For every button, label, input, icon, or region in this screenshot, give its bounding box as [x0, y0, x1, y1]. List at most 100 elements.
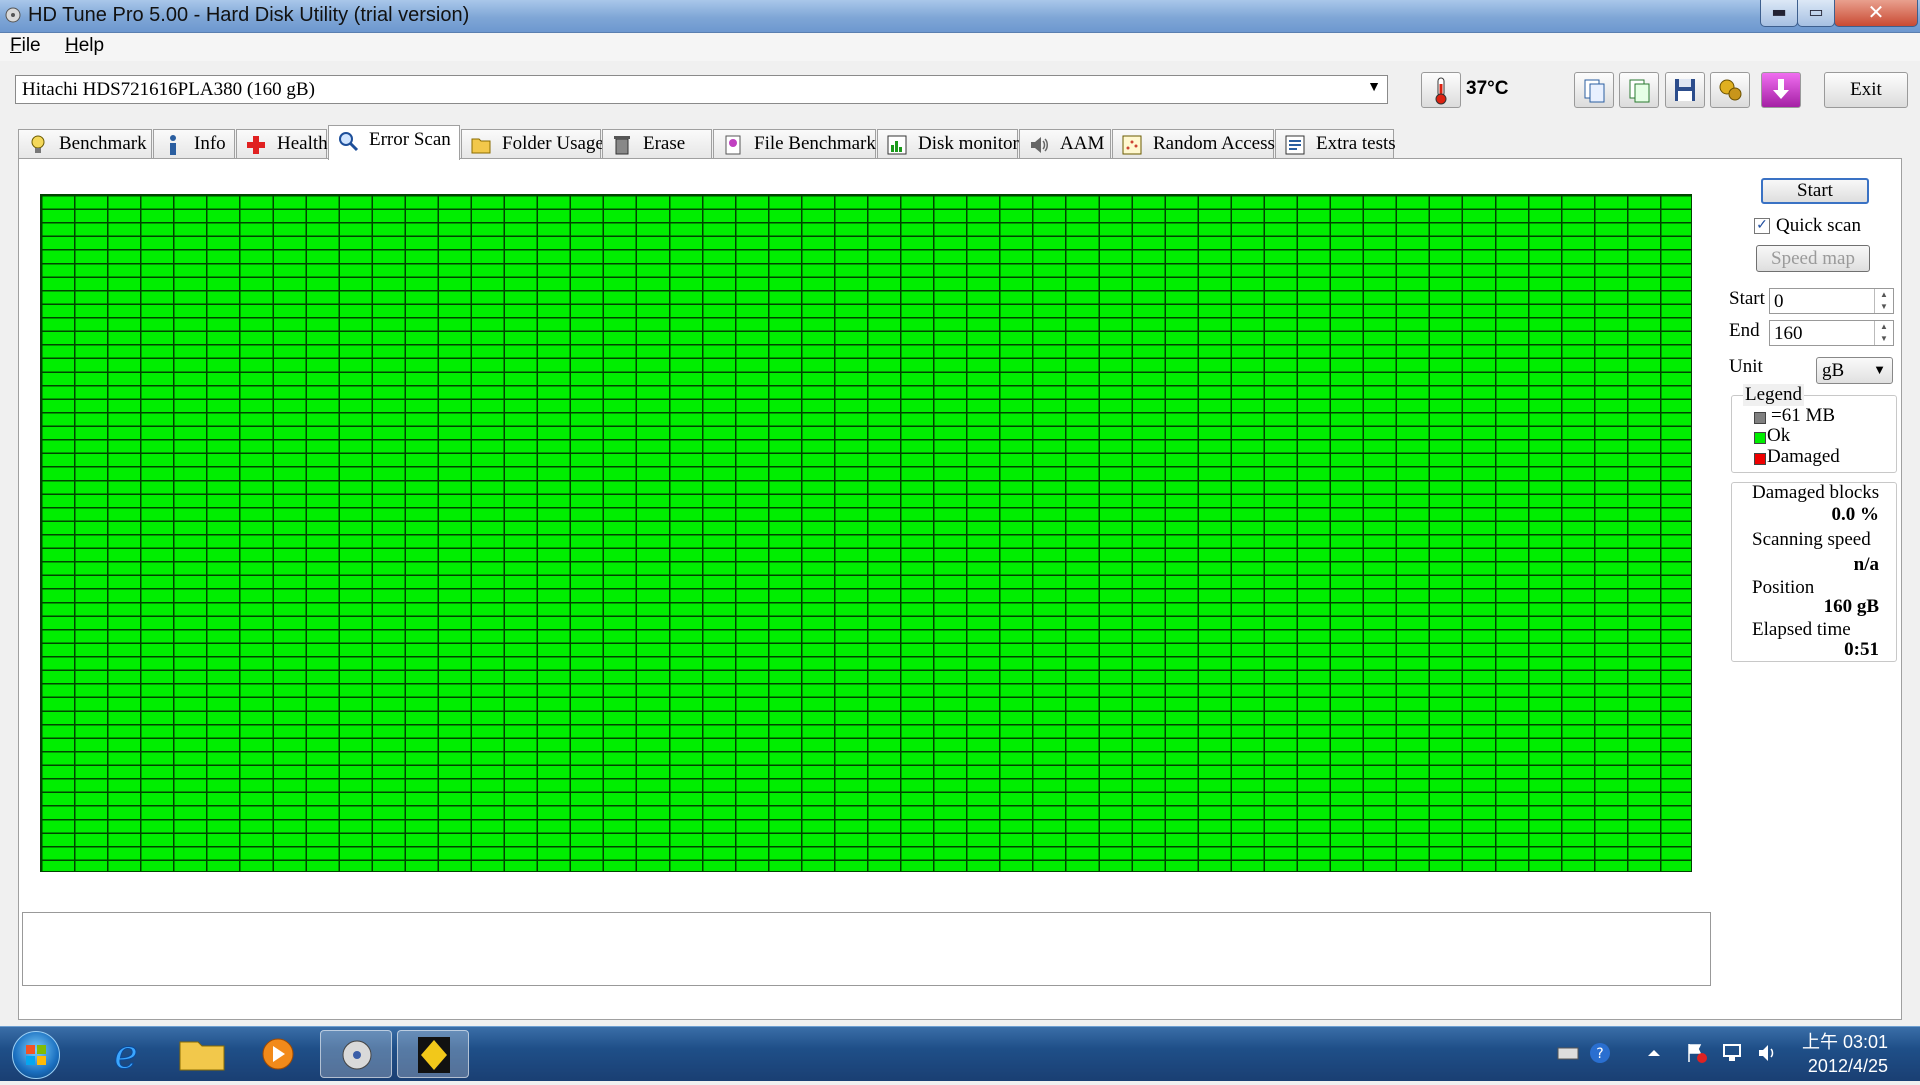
copy-screenshot-icon — [1629, 79, 1650, 103]
save-button[interactable] — [1665, 72, 1705, 108]
end-input-value: 160 — [1774, 323, 1803, 344]
copy-text-icon — [1584, 79, 1605, 103]
download-icon — [1773, 79, 1789, 99]
tab-file-benchmark[interactable]: File Benchmark — [713, 129, 876, 159]
chevron-down-icon: ▼ — [1367, 80, 1381, 95]
internet-explorer-icon: e — [114, 1032, 139, 1079]
folder-icon — [471, 138, 491, 154]
chevron-down-icon: ▼ — [1873, 362, 1886, 377]
legend-damaged: Damaged — [1767, 446, 1840, 467]
tab-info[interactable]: Info — [153, 129, 235, 159]
tab-erase[interactable]: Erase — [602, 129, 712, 159]
end-input[interactable]: 160 ▲ ▼ — [1769, 320, 1894, 346]
position-value: 160 gB — [1823, 596, 1879, 617]
start-input-value: 0 — [1774, 291, 1784, 312]
chevron-up-icon[interactable] — [1642, 1041, 1666, 1065]
keyboard-icon[interactable] — [1556, 1041, 1580, 1065]
clock-time: 上午 03:01 — [1801, 1032, 1888, 1052]
spin-up-icon[interactable]: ▲ — [1874, 289, 1893, 301]
tab-disk-monitor[interactable]: Disk monitor — [877, 129, 1019, 159]
drive-select[interactable]: Hitachi HDS721616PLA380 (160 gB) ▼ — [15, 75, 1388, 104]
tab-error-scan[interactable]: Error Scan — [328, 125, 460, 160]
drive-select-value: Hitachi HDS721616PLA380 (160 gB) — [22, 79, 315, 100]
temperature-value: 37°C — [1466, 78, 1509, 99]
start-orb[interactable] — [12, 1031, 60, 1079]
clock-date: 2012/4/25 — [1807, 1056, 1888, 1076]
tab-benchmark[interactable]: Benchmark — [18, 129, 152, 159]
speed-map-button[interactable]: Speed map — [1756, 245, 1870, 272]
taskbar-hd-tune[interactable] — [320, 1030, 392, 1078]
spin-up-icon[interactable]: ▲ — [1874, 321, 1893, 333]
tab-random-access[interactable]: Random Access — [1112, 129, 1275, 159]
windows-logo-icon — [26, 1045, 46, 1065]
taskbar-clock[interactable]: 上午 03:01 2012/4/25 — [1800, 1030, 1888, 1078]
thermometer-icon — [1435, 77, 1447, 105]
temperature-button[interactable] — [1421, 72, 1461, 108]
unit-select-value: gB — [1822, 360, 1845, 381]
file-benchmark-icon — [725, 135, 741, 155]
tab-extra-tests[interactable]: Extra tests — [1275, 129, 1396, 159]
taskbar-app-yellow[interactable] — [397, 1030, 469, 1078]
app-icon-yellow — [418, 1037, 450, 1073]
volume-icon[interactable] — [1756, 1041, 1780, 1065]
unit-label: Unit — [1729, 356, 1763, 377]
tab-aam[interactable]: AAM — [1019, 129, 1111, 159]
save-icon — [1675, 79, 1695, 101]
scan-log-area[interactable] — [22, 912, 1711, 986]
download-button[interactable] — [1761, 72, 1801, 108]
svg-text:?: ? — [1596, 1046, 1603, 1062]
start-button[interactable]: Start — [1761, 178, 1869, 204]
legend-block-size: =61 MB — [1771, 405, 1836, 426]
bulb-icon — [31, 135, 45, 153]
damaged-blocks-label: Damaged blocks — [1752, 482, 1880, 503]
window-title: HD Tune Pro 5.00 - Hard Disk Utility (tr… — [28, 4, 470, 26]
title-bar[interactable]: HD Tune Pro 5.00 - Hard Disk Utility (tr… — [0, 0, 1920, 33]
help-icon[interactable]: ? — [1588, 1041, 1612, 1065]
legend-swatch-damaged — [1754, 453, 1766, 465]
legend-title: Legend — [1743, 384, 1804, 406]
legend-swatch-ok — [1754, 432, 1766, 444]
unit-select[interactable]: gB ▼ — [1816, 357, 1893, 384]
options-icon — [1719, 79, 1742, 101]
trash-icon — [614, 136, 630, 155]
menu-file[interactable]: File — [10, 35, 41, 57]
menu-bar: File Help — [0, 33, 1920, 61]
network-icon[interactable] — [1720, 1041, 1744, 1065]
menu-help[interactable]: Help — [65, 35, 104, 57]
svg-text:e: e — [114, 1032, 138, 1078]
action-center-flag-icon[interactable] — [1684, 1041, 1708, 1065]
random-access-icon — [1122, 135, 1142, 155]
app-icon — [5, 7, 21, 23]
copy-screenshot-button[interactable] — [1619, 72, 1659, 108]
quick-scan-checkbox[interactable]: ✓ — [1754, 218, 1770, 234]
tab-folder-usage[interactable]: Folder Usage — [461, 129, 604, 159]
maximize-button[interactable]: ▭ — [1797, 0, 1835, 27]
taskbar-ie[interactable]: e — [90, 1030, 162, 1079]
tab-health[interactable]: Health — [236, 129, 328, 159]
info-icon — [170, 135, 176, 155]
taskbar-explorer[interactable] — [166, 1030, 238, 1078]
scan-block-grid — [40, 194, 1692, 872]
damaged-blocks-value: 0.0 % — [1831, 504, 1880, 525]
elapsed-time-value: 0:51 — [1844, 639, 1879, 660]
exit-button[interactable]: Exit — [1824, 72, 1908, 108]
extra-tests-icon — [1285, 135, 1305, 155]
minimize-button[interactable]: ▬ — [1760, 0, 1798, 27]
quick-scan-label: Quick scan — [1776, 215, 1861, 236]
copy-text-button[interactable] — [1574, 72, 1614, 108]
spin-down-icon[interactable]: ▼ — [1874, 333, 1893, 345]
spin-down-icon[interactable]: ▼ — [1874, 301, 1893, 313]
start-input[interactable]: 0 ▲ ▼ — [1769, 288, 1894, 314]
magnifier-icon — [339, 132, 359, 152]
disk-monitor-icon — [887, 135, 907, 155]
options-button[interactable] — [1710, 72, 1750, 108]
taskbar: e ? 上午 03:01 2012/4/25 — [0, 1026, 1920, 1081]
taskbar-media-player[interactable] — [242, 1030, 314, 1078]
end-label: End — [1729, 320, 1760, 341]
close-button[interactable]: ✕ — [1834, 0, 1918, 27]
media-player-icon — [262, 1038, 294, 1070]
legend-swatch-block — [1754, 412, 1766, 424]
speaker-icon — [1031, 137, 1048, 153]
scanning-speed-label: Scanning speed — [1752, 529, 1871, 550]
health-cross-icon — [247, 136, 265, 154]
